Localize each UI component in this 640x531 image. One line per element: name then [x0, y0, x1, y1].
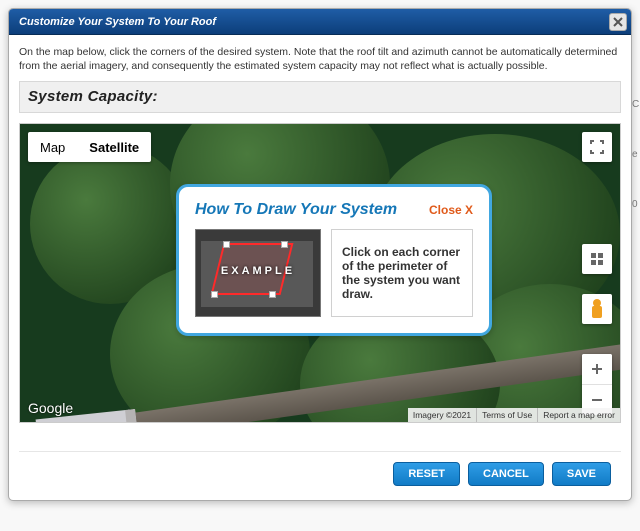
- dialog-close-button[interactable]: [609, 13, 627, 31]
- close-icon: [613, 17, 623, 27]
- system-capacity-block: System Capacity:: [19, 81, 621, 113]
- dialog-header: Customize Your System To Your Roof: [9, 9, 631, 35]
- system-capacity-label: System Capacity:: [28, 88, 158, 105]
- terms-link[interactable]: Terms of Use: [476, 408, 537, 422]
- map-type-satellite[interactable]: Satellite: [77, 132, 151, 162]
- rotate-button[interactable]: [582, 244, 612, 274]
- save-button[interactable]: SAVE: [552, 462, 611, 486]
- report-map-error-link[interactable]: Report a map error: [537, 408, 620, 422]
- dialog-button-bar: RESET CANCEL SAVE: [19, 451, 621, 496]
- reset-button[interactable]: RESET: [393, 462, 460, 486]
- plus-icon: [590, 362, 604, 376]
- minus-icon: [590, 393, 604, 407]
- google-logo: Google: [28, 400, 73, 416]
- dialog-title: Customize Your System To Your Roof: [9, 9, 631, 35]
- example-image: EXAMPLE: [195, 229, 321, 317]
- zoom-in-button[interactable]: [582, 354, 612, 384]
- customize-system-dialog: Customize Your System To Your Roof On th…: [8, 8, 632, 501]
- imagery-attribution: Imagery ©2021: [408, 408, 476, 422]
- streetview-button[interactable]: [582, 294, 612, 324]
- fullscreen-button[interactable]: [582, 132, 612, 162]
- dialog-body: On the map below, click the corners of t…: [9, 35, 631, 500]
- map-canvas[interactable]: Map Satellite: [19, 123, 621, 423]
- map-attribution: Imagery ©2021 Terms of Use Report a map …: [408, 408, 620, 422]
- example-label: EXAMPLE: [195, 265, 321, 277]
- howto-body: EXAMPLE Click on each corner of the peri…: [195, 229, 473, 317]
- fullscreen-icon: [590, 140, 604, 154]
- background-page-fragment: Ce0: [632, 80, 638, 230]
- map-type-control: Map Satellite: [28, 132, 151, 162]
- grid-icon: [590, 252, 604, 266]
- howto-popup: How To Draw Your System Close X EXAMPLE …: [176, 184, 492, 336]
- pegman-icon: [590, 299, 604, 319]
- instruction-text: On the map below, click the corners of t…: [19, 45, 621, 73]
- cancel-button[interactable]: CANCEL: [468, 462, 544, 486]
- howto-instruction: Click on each corner of the perimeter of…: [331, 229, 473, 317]
- zoom-control: [582, 354, 612, 415]
- map-type-map[interactable]: Map: [28, 132, 77, 162]
- howto-close-button[interactable]: Close X: [429, 203, 473, 217]
